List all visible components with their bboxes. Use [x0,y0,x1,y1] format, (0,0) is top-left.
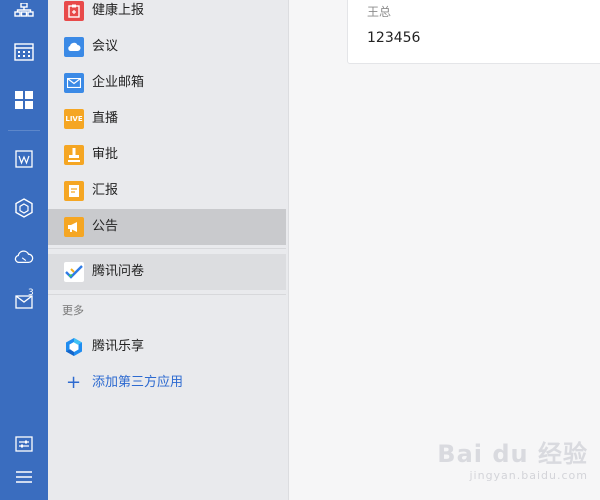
app-item-label: 直播 [92,111,119,126]
meeting-icon [64,37,84,57]
document-icon[interactable] [14,149,34,169]
nav-rail: 3 [0,0,48,500]
tencent-survey-icon [64,262,84,282]
app-list-panel: 健康上报 会议 企业邮箱 LIVE 直播 审批 汇报 公告 腾讯问卷 更多 腾讯… [48,0,289,500]
app-item-tencent-survey[interactable]: 腾讯问卷 [48,254,286,290]
app-item-tencent-lexiang[interactable]: 腾讯乐享 [48,329,286,365]
contact-card[interactable]: 王总 123456 [347,0,600,64]
baidu-jingyan-watermark: Bai du 经验 jingyan.baidu.com [437,434,588,482]
app-item-label: 会议 [92,39,119,54]
settings-icon[interactable] [14,434,34,454]
app-item-approval[interactable]: 审批 [48,137,286,173]
watermark-sub: jingyan.baidu.com [469,469,588,482]
app-item-label: 腾讯乐享 [92,339,145,354]
plus-icon: + [66,372,82,393]
add-third-party-app-label: 添加第三方应用 [92,375,184,390]
mail-badge: 3 [28,288,34,298]
app-item-report[interactable]: 汇报 [48,173,286,209]
app-item-mailbox[interactable]: 企业邮箱 [48,65,286,101]
app-item-health-report[interactable]: 健康上报 [48,0,286,29]
content-area: 王总 123456 Bai du 经验 jingyan.baidu.com [289,0,600,500]
org-icon[interactable] [14,0,34,20]
calendar-icon[interactable] [14,42,34,62]
cube-icon[interactable] [14,198,34,218]
approval-icon [64,145,84,165]
list-divider [48,248,286,249]
app-item-label: 企业邮箱 [92,75,145,90]
app-item-live[interactable]: LIVE 直播 [48,101,286,137]
app-item-meeting[interactable]: 会议 [48,29,286,65]
list-divider [48,294,286,295]
tencent-lexiang-icon [64,337,84,357]
app-item-label: 公告 [92,219,119,234]
menu-icon[interactable] [14,467,34,487]
more-section-label: 更多 [62,304,84,317]
add-third-party-app-button[interactable]: + 添加第三方应用 [48,365,286,401]
report-icon [64,181,84,201]
contact-number: 123456 [367,30,421,46]
rail-divider [8,130,40,131]
app-item-label: 腾讯问卷 [92,264,145,279]
announcement-icon [64,217,84,237]
watermark-text: Bai du 经验 [437,440,588,468]
app-item-announcement[interactable]: 公告 [48,209,286,245]
app-item-label: 健康上报 [92,3,145,18]
mailbox-icon [64,73,84,93]
app-item-label: 审批 [92,147,119,162]
app-item-label: 汇报 [92,183,119,198]
contact-name: 王总 [367,5,392,19]
cloud-icon[interactable] [14,246,34,266]
live-icon: LIVE [64,109,84,129]
workbench-icon[interactable] [14,90,34,110]
health-report-icon [64,1,84,21]
